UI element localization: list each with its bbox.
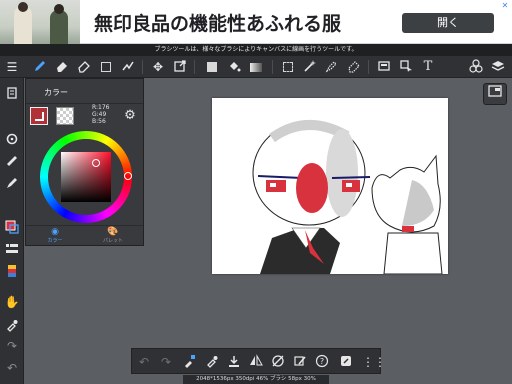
rectangle-icon[interactable] — [98, 59, 114, 75]
menu-icon[interactable]: ☰ — [4, 59, 20, 75]
tab-color[interactable]: ◉ カラー — [26, 226, 84, 246]
bottom-toolbar: ↶ ↷ ? ⋮⋮ — [131, 348, 386, 374]
eraser-icon[interactable] — [54, 59, 70, 75]
hand-icon[interactable]: ✋ — [4, 294, 20, 310]
panel-toggle-button[interactable] — [483, 83, 507, 105]
ad-banner[interactable]: 無印良品の機能性あふれる服 開く ✕ — [0, 0, 512, 44]
materials-icon[interactable] — [468, 59, 484, 75]
brush-icon[interactable] — [32, 59, 48, 75]
layers-icon[interactable] — [490, 59, 506, 75]
ad-image[interactable] — [0, 0, 80, 44]
no-snap-icon[interactable] — [270, 354, 286, 370]
select-dashed-icon[interactable] — [280, 59, 296, 75]
rgb-readout: R:176 G:49 B:56 — [92, 104, 109, 125]
eyedropper-fill-icon[interactable] — [182, 354, 198, 370]
download-icon[interactable] — [226, 354, 242, 370]
sv-cursor[interactable] — [92, 159, 100, 167]
rgb-b: B:56 — [92, 118, 106, 125]
panel-title: カラー — [44, 88, 68, 97]
move-icon[interactable]: ✥ — [150, 59, 166, 75]
svg-text:?: ? — [320, 357, 324, 366]
brush-size-icon[interactable] — [4, 176, 20, 192]
undo-icon[interactable]: ↶ — [136, 354, 152, 370]
grid-dots-icon[interactable]: ⋮⋮ — [362, 354, 386, 370]
color-panel: カラー R:176 G:49 B:56 ⚙ ◉ カラー 🎨 パレット — [25, 78, 144, 246]
app-window: 無印良品の機能性あふれる服 開く ✕ ブラシツールは、様々なブラシによりキャンバ… — [0, 0, 512, 384]
layer-list-icon[interactable] — [4, 242, 20, 258]
gear-icon[interactable]: ⚙ — [122, 108, 138, 124]
text-icon[interactable]: T — [420, 59, 436, 75]
transform-icon[interactable] — [172, 59, 188, 75]
flip-icon[interactable] — [248, 354, 264, 370]
top-toolbar: ☰ ✥ T — [0, 56, 512, 78]
saturation-value-box[interactable] — [61, 152, 111, 202]
palette-icon[interactable] — [4, 264, 20, 280]
lasso-icon[interactable] — [324, 59, 340, 75]
gradient-dots-icon[interactable] — [120, 59, 136, 75]
color-wheel-icon: ◉ — [51, 227, 59, 237]
share-icon[interactable] — [338, 354, 354, 370]
rgb-g: G:49 — [92, 111, 107, 118]
layout-icon[interactable] — [376, 59, 392, 75]
undo-icon[interactable]: ↶ — [4, 360, 20, 376]
fill-square-icon[interactable] — [204, 59, 220, 75]
drawing-canvas[interactable] — [212, 98, 448, 274]
ad-close-icon[interactable]: ✕ — [500, 1, 510, 11]
gradient-icon[interactable] — [248, 59, 264, 75]
pages-icon[interactable] — [4, 86, 20, 102]
help-icon[interactable]: ? — [314, 354, 330, 370]
select-pen-icon[interactable] — [346, 59, 362, 75]
color-icon[interactable] — [4, 220, 20, 236]
redo-icon[interactable]: ↷ — [4, 338, 20, 354]
palette-tab-icon: 🎨 — [107, 227, 119, 237]
tab-palette[interactable]: 🎨 パレット — [84, 226, 142, 246]
tool-tip-bar: ブラシツールは、様々なブラシによりキャンバスに線画を行うツールです。 — [0, 44, 512, 56]
ruler-icon[interactable] — [4, 154, 20, 170]
blur-eraser-icon[interactable] — [76, 59, 92, 75]
sub-color-swatch[interactable] — [56, 107, 74, 125]
ad-open-button[interactable]: 開く — [402, 13, 494, 33]
left-sidebar: ✋ ↷ ↶ — [0, 78, 24, 384]
eyedropper-icon[interactable] — [204, 354, 220, 370]
swatch-corner-icon — [35, 112, 44, 121]
selection-icon[interactable] — [4, 110, 20, 126]
crop-pen-icon[interactable] — [292, 354, 308, 370]
artwork — [252, 120, 443, 274]
rotate-icon[interactable] — [4, 132, 20, 148]
select-move-icon[interactable] — [398, 59, 414, 75]
status-bar: 2048*1536px 350dpi 46% ブラシ 58px 30% — [183, 375, 329, 384]
panel-tabs: ◉ カラー 🎨 パレット — [26, 225, 143, 245]
redo-icon[interactable]: ↷ — [158, 354, 174, 370]
color-wheel[interactable] — [40, 131, 132, 223]
rgb-r: R:176 — [92, 104, 110, 111]
magic-wand-icon[interactable] — [302, 59, 318, 75]
hue-cursor[interactable] — [124, 172, 132, 180]
bucket-icon[interactable] — [226, 59, 242, 75]
eyedropper-icon[interactable] — [4, 318, 20, 334]
ad-title[interactable]: 無印良品の機能性あふれる服 — [94, 9, 341, 36]
